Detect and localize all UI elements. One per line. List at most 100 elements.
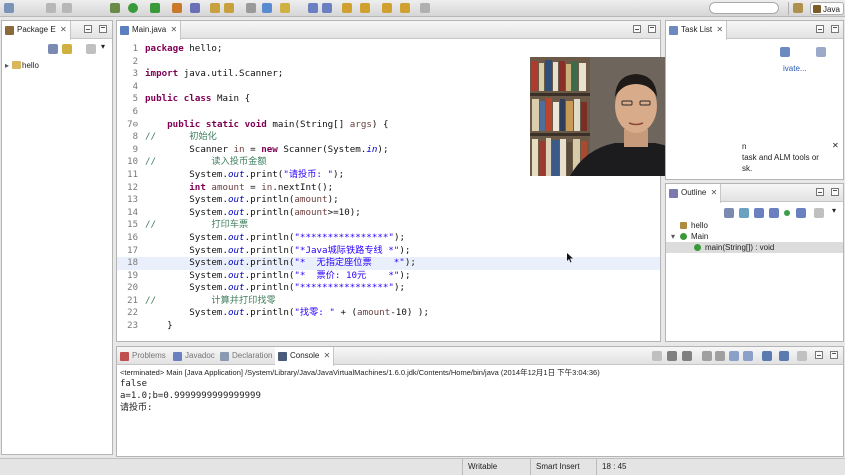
outline-item[interactable]: ▾ Main bbox=[666, 231, 843, 242]
open-type-icon[interactable] bbox=[224, 3, 234, 13]
external-tools-icon[interactable] bbox=[150, 3, 160, 13]
hide-local-types-icon[interactable] bbox=[796, 208, 806, 218]
collapse-all-icon[interactable] bbox=[724, 208, 734, 218]
pin-console-icon[interactable] bbox=[743, 351, 753, 361]
open-perspective-icon[interactable] bbox=[793, 3, 803, 13]
tab-javadoc[interactable]: Javadoc bbox=[170, 347, 219, 365]
pin-icon[interactable] bbox=[420, 3, 430, 13]
hide-fields-icon[interactable] bbox=[754, 208, 764, 218]
word-wrap-icon[interactable] bbox=[729, 351, 739, 361]
tab-declaration[interactable]: Declaration bbox=[217, 347, 276, 365]
new-java-project-icon[interactable] bbox=[172, 3, 182, 13]
maximize-button[interactable] bbox=[830, 351, 838, 359]
tab-task-list[interactable]: Task List ✕ bbox=[666, 21, 728, 40]
sort-icon[interactable] bbox=[739, 208, 749, 218]
new-package-icon[interactable] bbox=[190, 3, 200, 13]
new-task-icon[interactable] bbox=[780, 47, 790, 57]
show-whitespace-icon[interactable] bbox=[322, 3, 332, 13]
tab-outline[interactable]: Outline ✕ bbox=[666, 184, 722, 203]
code-line[interactable]: 14 System.out.println(amount>=10); bbox=[117, 207, 660, 220]
maximize-button[interactable] bbox=[99, 25, 107, 33]
status-cursor-position: 18 : 45 bbox=[596, 459, 658, 475]
debug-icon[interactable] bbox=[110, 3, 120, 13]
code-token: System. bbox=[145, 257, 228, 269]
code-line[interactable]: 18 System.out.println("* 无指定座位票 *"); bbox=[117, 257, 660, 270]
code-line[interactable]: 19 System.out.println("* 票价: 10元 *"); bbox=[117, 270, 660, 283]
tab-problems[interactable]: Problems bbox=[117, 347, 170, 365]
tree-item-project[interactable]: ▸ hello bbox=[5, 59, 39, 72]
clear-console-icon[interactable] bbox=[702, 351, 712, 361]
code-line[interactable]: 17 System.out.println("*Java城际铁路专线 *"); bbox=[117, 245, 660, 258]
minimize-button[interactable] bbox=[816, 188, 824, 196]
task-activate-link[interactable]: ivate... bbox=[783, 64, 807, 73]
line-number: 17 bbox=[127, 245, 138, 256]
outline-item[interactable]: hello bbox=[666, 220, 843, 231]
remove-launch-icon[interactable] bbox=[667, 351, 677, 361]
close-icon[interactable]: ✕ bbox=[324, 347, 331, 365]
annotation-icon[interactable] bbox=[280, 3, 290, 13]
chevron-right-icon[interactable]: ▸ bbox=[5, 59, 9, 72]
save-icon[interactable] bbox=[46, 3, 56, 13]
maximize-button[interactable] bbox=[831, 25, 839, 33]
open-console-icon[interactable] bbox=[779, 351, 789, 361]
tab-package-explorer[interactable]: Package E ✕ bbox=[2, 21, 71, 40]
code-token: // 打印车票 bbox=[145, 219, 249, 231]
chevron-down-icon[interactable]: ▾ bbox=[671, 231, 675, 242]
minimize-button[interactable] bbox=[815, 351, 823, 359]
display-console-icon[interactable] bbox=[762, 351, 772, 361]
focus-icon[interactable] bbox=[814, 208, 824, 218]
run-icon[interactable] bbox=[128, 3, 138, 13]
back-icon[interactable] bbox=[382, 3, 392, 13]
console-output[interactable]: false a=1.0;b=0.9999999999999999 请投币: bbox=[120, 378, 261, 414]
terminate-icon[interactable] bbox=[652, 351, 662, 361]
view-menu-icon[interactable] bbox=[86, 44, 96, 54]
close-icon[interactable]: ✕ bbox=[171, 21, 178, 39]
code-line[interactable]: 12 int amount = in.nextInt(); bbox=[117, 182, 660, 195]
collapse-all-icon[interactable] bbox=[48, 44, 58, 54]
filter-icon[interactable] bbox=[816, 47, 826, 57]
code-line[interactable]: 21 // 计算并打印找零 bbox=[117, 295, 660, 308]
forward-icon[interactable] bbox=[400, 3, 410, 13]
minimize-button[interactable] bbox=[84, 25, 92, 33]
code-line[interactable]: 1 package hello; bbox=[117, 43, 660, 56]
print-icon[interactable] bbox=[62, 3, 72, 13]
code-line[interactable]: 20 System.out.println("****************"… bbox=[117, 282, 660, 295]
hide-nonpublic-icon[interactable] bbox=[784, 210, 790, 216]
open-task-icon[interactable] bbox=[262, 3, 272, 13]
code-line[interactable]: 16 System.out.println("****************"… bbox=[117, 232, 660, 245]
maximize-button[interactable] bbox=[648, 25, 656, 33]
close-icon[interactable]: ✕ bbox=[716, 21, 723, 39]
task-list-icon bbox=[669, 26, 678, 35]
remove-all-icon[interactable] bbox=[682, 351, 692, 361]
scroll-lock-icon[interactable] bbox=[715, 351, 725, 361]
close-icon[interactable]: ✕ bbox=[711, 184, 718, 202]
link-with-editor-icon[interactable] bbox=[62, 44, 72, 54]
new-icon[interactable] bbox=[4, 3, 14, 13]
line-number: 14 bbox=[127, 207, 138, 218]
new-class-icon[interactable] bbox=[210, 3, 220, 13]
quick-access-input[interactable] bbox=[709, 2, 779, 14]
code-line[interactable]: 13 System.out.println(amount); bbox=[117, 194, 660, 207]
maximize-button[interactable] bbox=[831, 188, 839, 196]
minimize-button[interactable] bbox=[633, 25, 641, 33]
code-line[interactable]: 15 // 打印车票 bbox=[117, 219, 660, 232]
minimize-button[interactable] bbox=[816, 25, 824, 33]
code-line[interactable]: 22 System.out.println("找零: " + (amount-1… bbox=[117, 307, 660, 320]
code-line[interactable]: 23 } bbox=[117, 320, 660, 333]
chevron-down-icon[interactable]: ▾ bbox=[101, 42, 105, 51]
next-annotation-icon[interactable] bbox=[342, 3, 352, 13]
console-menu-icon[interactable] bbox=[797, 351, 807, 361]
chevron-down-icon[interactable]: ▾ bbox=[832, 206, 836, 215]
tab-main-java[interactable]: Main.java ✕ bbox=[117, 21, 182, 40]
toggle-mark-icon[interactable] bbox=[308, 3, 318, 13]
code-token: out bbox=[227, 269, 245, 281]
close-icon[interactable]: ✕ bbox=[832, 141, 839, 150]
outline-item[interactable]: main(String[]) : void bbox=[666, 242, 843, 253]
tab-console[interactable]: Console ✕ bbox=[275, 347, 335, 366]
hide-static-icon[interactable] bbox=[769, 208, 779, 218]
prev-annotation-icon[interactable] bbox=[360, 3, 370, 13]
close-icon[interactable]: ✕ bbox=[60, 21, 67, 39]
code-token: Scanner(System. bbox=[277, 143, 367, 155]
java-perspective-button[interactable]: Java bbox=[810, 2, 844, 15]
search-icon[interactable] bbox=[246, 3, 256, 13]
